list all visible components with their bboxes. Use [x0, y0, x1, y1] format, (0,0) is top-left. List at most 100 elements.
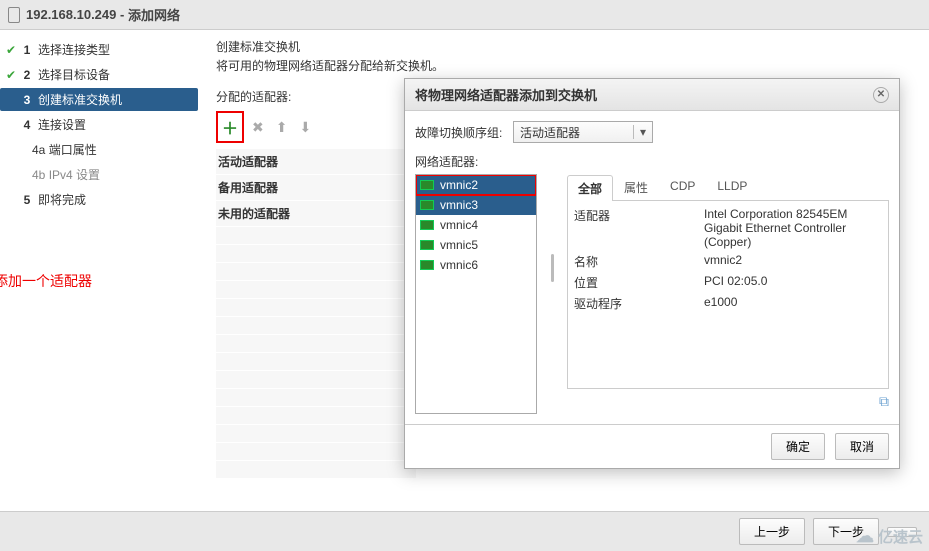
network-adapters-label: 网络适配器: — [415, 153, 513, 170]
nic-label: vmnic4 — [440, 218, 478, 232]
prop-location-val: PCI 02:05.0 — [704, 274, 882, 291]
nic-list[interactable]: vmnic2 vmnic3 vmnic4 vmnic5 vmnic6 — [415, 174, 537, 414]
step-1[interactable]: ✔ 1 选择连接类型 — [0, 38, 198, 61]
check-icon: ✔ — [4, 43, 18, 57]
step-label: IPv4 设置 — [49, 166, 100, 183]
list-row-empty — [216, 389, 416, 407]
nic-label: vmnic2 — [440, 178, 478, 192]
tab-properties[interactable]: 属性 — [613, 174, 659, 200]
add-adapter-button[interactable]: ＋ — [216, 111, 244, 143]
title-separator: - — [116, 7, 128, 22]
nic-label: vmnic6 — [440, 258, 478, 272]
step-label: 即将完成 — [38, 191, 86, 208]
content-heading: 创建标准交换机 — [216, 38, 919, 55]
step-4a: 4a 端口属性 — [0, 138, 198, 161]
dialog-header: 将物理网络适配器添加到交换机 ✕ — [405, 79, 899, 111]
select-value: 活动适配器 — [520, 124, 580, 141]
list-row-empty — [216, 281, 416, 299]
prop-name-key: 名称 — [574, 253, 704, 270]
nic-icon — [420, 260, 434, 270]
nic-item-vmnic6[interactable]: vmnic6 — [416, 255, 536, 275]
step-2[interactable]: ✔ 2 选择目标设备 — [0, 63, 198, 86]
step-label: 创建标准交换机 — [38, 91, 122, 108]
group-unused[interactable]: 未用的适配器 — [216, 201, 416, 227]
back-button[interactable]: 上一步 — [739, 518, 805, 545]
tab-cdp[interactable]: CDP — [659, 174, 706, 200]
window-title: 添加网络 — [128, 5, 180, 24]
step-4b: 4b IPv4 设置 — [0, 163, 198, 186]
step-3[interactable]: 3 创建标准交换机 — [0, 88, 198, 111]
adapter-detail-pane: 全部 属性 CDP LLDP 适配器 Intel Corporation 825… — [567, 174, 889, 414]
plus-icon: ＋ — [222, 115, 238, 139]
nic-item-vmnic2[interactable]: vmnic2 — [416, 175, 536, 195]
host-icon — [8, 7, 20, 23]
nic-item-vmnic4[interactable]: vmnic4 — [416, 215, 536, 235]
wizard-sidebar: ✔ 1 选择连接类型 ✔ 2 选择目标设备 3 创建标准交换机 4 连接设置 4… — [0, 30, 198, 510]
list-row-empty — [216, 461, 416, 479]
step-label: 连接设置 — [38, 116, 86, 133]
group-active[interactable]: 活动适配器 — [216, 149, 416, 175]
list-row-empty — [216, 371, 416, 389]
list-row-empty — [216, 407, 416, 425]
dialog-title: 将物理网络适配器添加到交换机 — [415, 85, 597, 104]
prop-adapter-val: Intel Corporation 82545EM Gigabit Ethern… — [704, 207, 882, 249]
step-label: 端口属性 — [49, 141, 97, 158]
step-num: 4a — [32, 143, 45, 157]
close-icon[interactable]: ✕ — [873, 87, 889, 103]
tab-lldp[interactable]: LLDP — [706, 174, 758, 200]
nic-icon — [420, 180, 434, 190]
window-titlebar: 192.168.10.249 - 添加网络 — [0, 0, 929, 30]
list-row-empty — [216, 425, 416, 443]
logo-text: 亿速云 — [878, 526, 923, 547]
check-icon: ✔ — [4, 68, 18, 82]
adapter-properties[interactable]: 适配器 Intel Corporation 82545EM Gigabit Et… — [567, 201, 889, 389]
nic-icon — [420, 200, 434, 210]
add-adapter-dialog: 将物理网络适配器添加到交换机 ✕ 故障切换顺序组: 活动适配器 ▾ 网络适配器:… — [404, 78, 900, 469]
prop-location-key: 位置 — [574, 274, 704, 291]
prop-adapter-key: 适配器 — [574, 207, 704, 249]
list-row-empty — [216, 317, 416, 335]
cloud-icon: ☁ — [856, 526, 874, 547]
copy-icon[interactable]: ⧉ — [879, 393, 889, 409]
remove-adapter-button[interactable]: ✖ — [248, 117, 268, 138]
nic-item-vmnic5[interactable]: vmnic5 — [416, 235, 536, 255]
step-label: 选择连接类型 — [38, 41, 110, 58]
list-row-empty — [216, 299, 416, 317]
failover-group-select[interactable]: 活动适配器 ▾ — [513, 121, 653, 143]
list-row-empty — [216, 353, 416, 371]
nic-icon — [420, 220, 434, 230]
step-num: 4b — [32, 168, 45, 182]
nic-icon — [420, 240, 434, 250]
step-label: 选择目标设备 — [38, 66, 110, 83]
dialog-footer: 确定 取消 — [405, 424, 899, 468]
wizard-footer: 上一步 下一步 — [0, 511, 929, 551]
group-standby[interactable]: 备用适配器 — [216, 175, 416, 201]
content-subheading: 将可用的物理网络适配器分配给新交换机。 — [216, 57, 919, 74]
tab-all[interactable]: 全部 — [567, 175, 613, 201]
move-down-button[interactable]: ⬇ — [295, 117, 315, 138]
prop-driver-val: e1000 — [704, 295, 882, 312]
splitter-handle[interactable] — [549, 174, 555, 414]
list-row-empty — [216, 263, 416, 281]
step-5: 5 即将完成 — [0, 188, 198, 211]
nic-label: vmnic5 — [440, 238, 478, 252]
chevron-down-icon: ▾ — [633, 125, 646, 139]
cancel-button[interactable]: 取消 — [835, 433, 889, 460]
failover-group-label: 故障切换顺序组: — [415, 124, 513, 141]
list-row-empty — [216, 227, 416, 245]
detail-tabs: 全部 属性 CDP LLDP — [567, 174, 889, 201]
window-host: 192.168.10.249 — [26, 7, 116, 22]
annotation-text: 添加一个适配器 — [0, 271, 198, 291]
watermark-logo: ☁ 亿速云 — [856, 526, 923, 547]
assigned-adapter-groups: 活动适配器 备用适配器 未用的适配器 — [216, 149, 416, 479]
nic-item-vmnic3[interactable]: vmnic3 — [416, 195, 536, 215]
prop-name-val: vmnic2 — [704, 253, 882, 270]
move-up-button[interactable]: ⬆ — [272, 117, 292, 138]
step-4: 4 连接设置 — [0, 113, 198, 136]
wizard-steps: ✔ 1 选择连接类型 ✔ 2 选择目标设备 3 创建标准交换机 4 连接设置 4… — [0, 38, 198, 211]
ok-button[interactable]: 确定 — [771, 433, 825, 460]
list-row-empty — [216, 335, 416, 353]
prop-driver-key: 驱动程序 — [574, 295, 704, 312]
nic-label: vmnic3 — [440, 198, 478, 212]
list-row-empty — [216, 245, 416, 263]
